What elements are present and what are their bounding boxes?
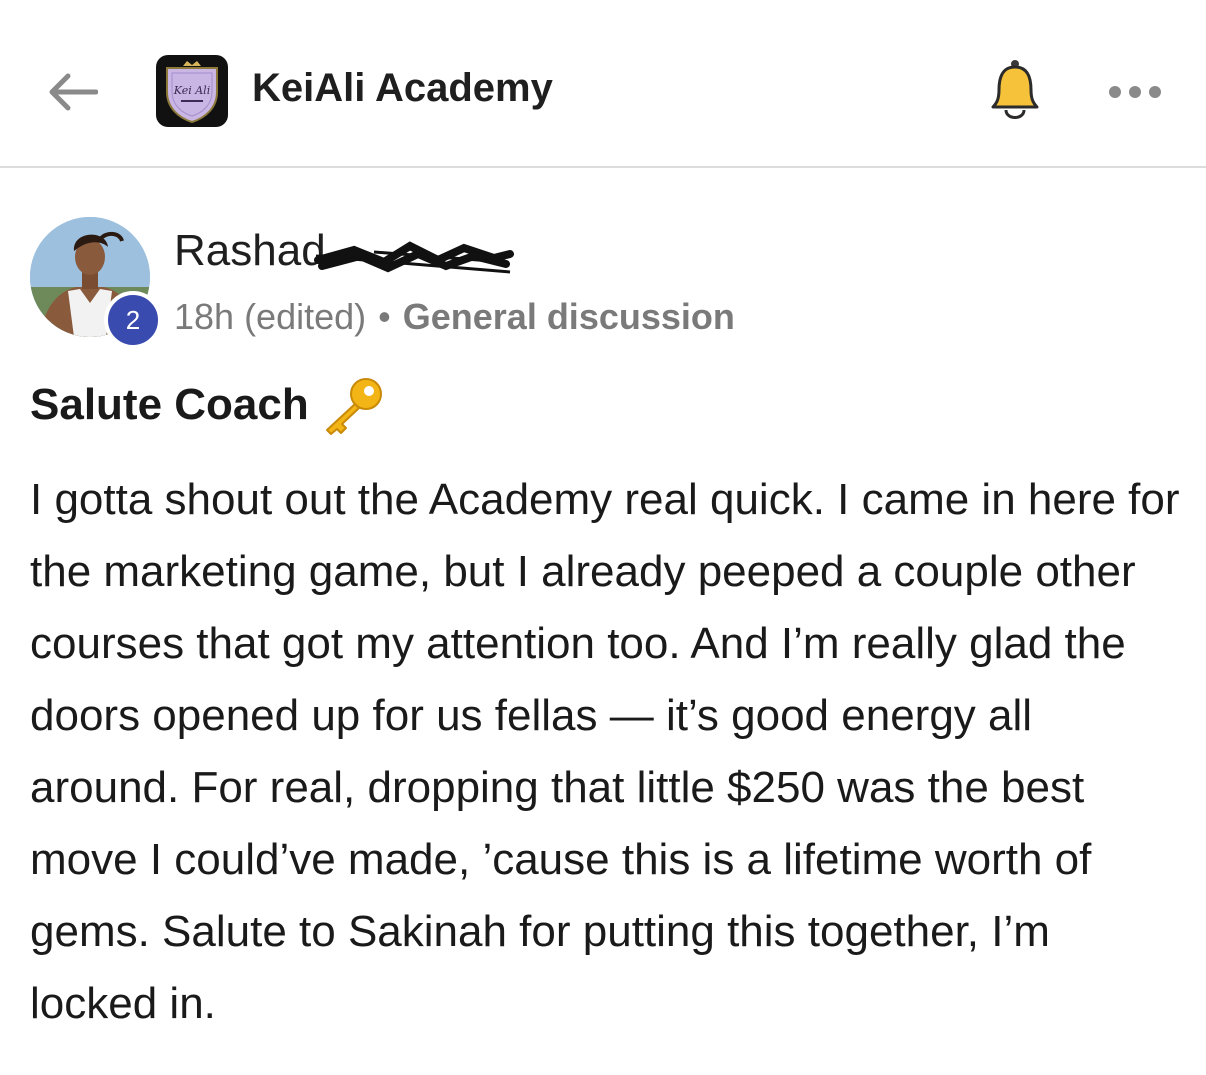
level-badge: 2 [104, 291, 162, 349]
author-avatar-container[interactable]: 2 [30, 217, 162, 353]
meta-separator: • [378, 296, 391, 337]
redaction-scribble [314, 241, 514, 274]
arrow-left-icon [49, 73, 98, 111]
author-name[interactable]: Rashad [174, 226, 326, 276]
key-emoji-icon [325, 378, 382, 435]
group-title[interactable]: KeiAli Academy [252, 66, 553, 111]
svg-text:Kei Ali: Kei Ali [173, 84, 210, 97]
group-header: Kei Ali KeiAli Academy [0, 0, 1206, 168]
category-link[interactable]: General discussion [403, 296, 735, 338]
bell-icon [991, 60, 1039, 119]
post-time: 18h (edited) [174, 296, 367, 337]
back-button[interactable] [44, 64, 100, 120]
post-meta: 18h (edited) • General discussion [174, 296, 735, 338]
more-horizontal-icon [1109, 86, 1161, 98]
more-options-button[interactable] [1104, 72, 1166, 112]
post-title: Salute Coach [30, 380, 309, 429]
post-body: I gotta shout out the Academy real quick… [30, 475, 1180, 1028]
shield-logo-icon: Kei Ali [166, 61, 218, 124]
notifications-button[interactable] [986, 56, 1044, 126]
post-title-row: Salute Coach [30, 374, 387, 436]
group-logo[interactable]: Kei Ali [156, 55, 228, 127]
